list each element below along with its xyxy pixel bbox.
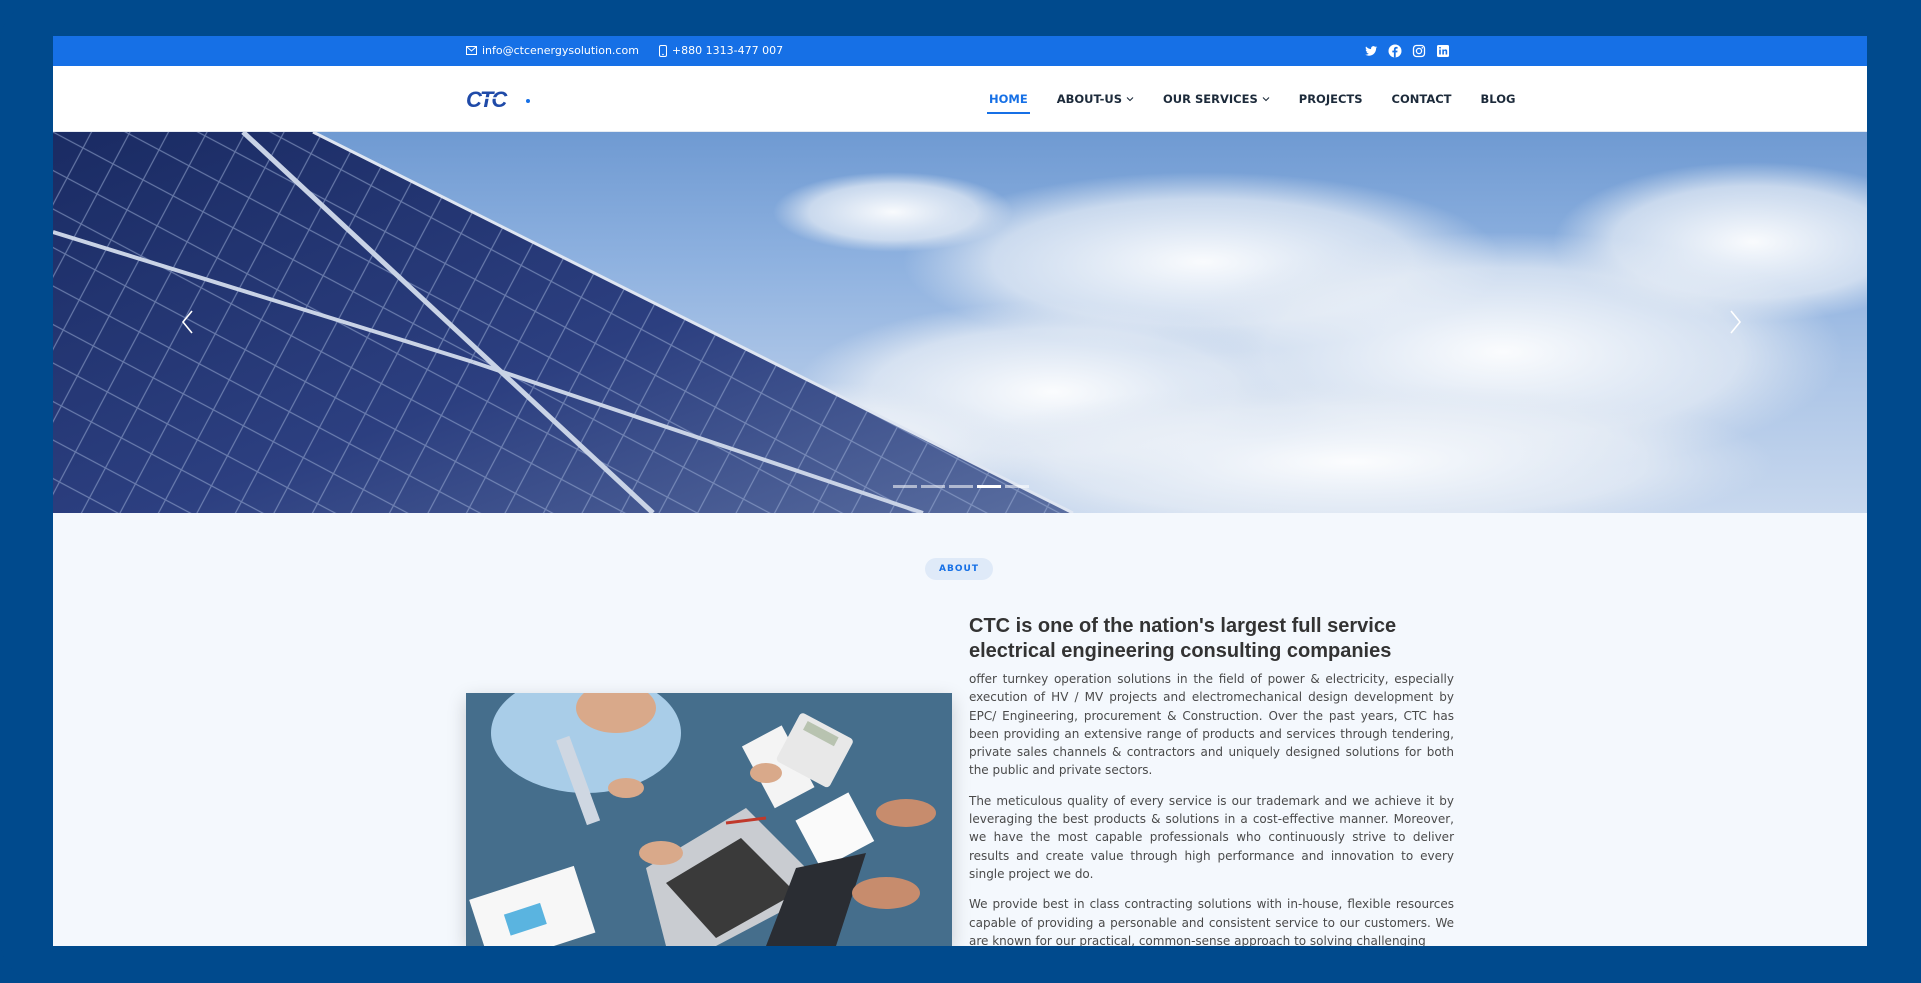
nav-about-us[interactable]: ABOUT-US: [1055, 86, 1136, 112]
nav-blog[interactable]: BLOG: [1479, 86, 1518, 112]
chevron-down-icon: [1126, 97, 1134, 102]
about-section-badge: ABOUT: [925, 558, 993, 580]
nav-our-services-label: OUR SERVICES: [1163, 92, 1258, 106]
envelope-icon: [466, 46, 477, 55]
linkedin-icon[interactable]: [1436, 44, 1450, 58]
about-paragraph: We provide best in class contracting sol…: [969, 897, 1454, 946]
phone-link[interactable]: +880 1313-477 007: [658, 44, 784, 57]
solar-panel-hero-image: [53, 132, 1867, 513]
nav-projects[interactable]: PROJECTS: [1297, 86, 1365, 112]
carousel-indicator-active[interactable]: [977, 485, 1001, 488]
nav-contact-label: CONTACT: [1391, 92, 1452, 106]
contact-info: info@ctcenergysolution.com +880 1313-477…: [466, 44, 783, 57]
nav-contact[interactable]: CONTACT: [1390, 86, 1454, 112]
meeting-illustration: [466, 693, 952, 946]
nav-projects-label: PROJECTS: [1298, 92, 1363, 106]
browser-viewport: info@ctcenergysolution.com +880 1313-477…: [53, 36, 1867, 946]
nav-about-us-label: ABOUT-US: [1056, 92, 1123, 106]
chevron-down-icon: [1262, 97, 1270, 102]
about-paragraph: offer turnkey operation solutions in the…: [969, 672, 1454, 778]
ctc-logo[interactable]: CTC: [466, 84, 536, 114]
twitter-icon[interactable]: [1364, 44, 1378, 58]
carousel-next-arrow-icon[interactable]: [1725, 307, 1745, 337]
nav-our-services[interactable]: OUR SERVICES: [1161, 86, 1272, 112]
svg-text:CTC: CTC: [466, 87, 508, 112]
mobile-phone-icon: [658, 44, 667, 57]
facebook-icon[interactable]: [1388, 44, 1402, 58]
email-text: info@ctcenergysolution.com: [482, 44, 639, 57]
carousel-indicator[interactable]: [893, 485, 917, 488]
social-links: [1364, 44, 1450, 58]
site-header: CTC HOME ABOUT-US OUR SERVICES PROJECTS …: [53, 66, 1867, 132]
carousel-indicator[interactable]: [921, 485, 945, 488]
carousel-prev-arrow-icon[interactable]: [178, 307, 198, 337]
email-link[interactable]: info@ctcenergysolution.com: [466, 44, 639, 57]
carousel-indicator[interactable]: [949, 485, 973, 488]
about-heading: CTC is one of the nation's largest full …: [969, 615, 1397, 662]
about-paragraph: The meticulous quality of every service …: [969, 793, 1454, 881]
business-meeting-image: [466, 693, 952, 946]
nav-blog-label: BLOG: [1480, 92, 1516, 106]
instagram-icon[interactable]: [1412, 44, 1426, 58]
nav-home-label: HOME: [989, 92, 1028, 106]
hero-carousel: [53, 132, 1867, 513]
about-content: CTC is one of the nation's largest full …: [969, 614, 1454, 946]
carousel-indicator[interactable]: [1005, 485, 1029, 488]
phone-text: +880 1313-477 007: [671, 44, 784, 57]
nav-home[interactable]: HOME: [987, 86, 1030, 114]
carousel-indicators: [893, 485, 1029, 488]
main-nav: HOME ABOUT-US OUR SERVICES PROJECTS CONT…: [987, 66, 1517, 132]
top-contact-bar: info@ctcenergysolution.com +880 1313-477…: [53, 36, 1867, 66]
